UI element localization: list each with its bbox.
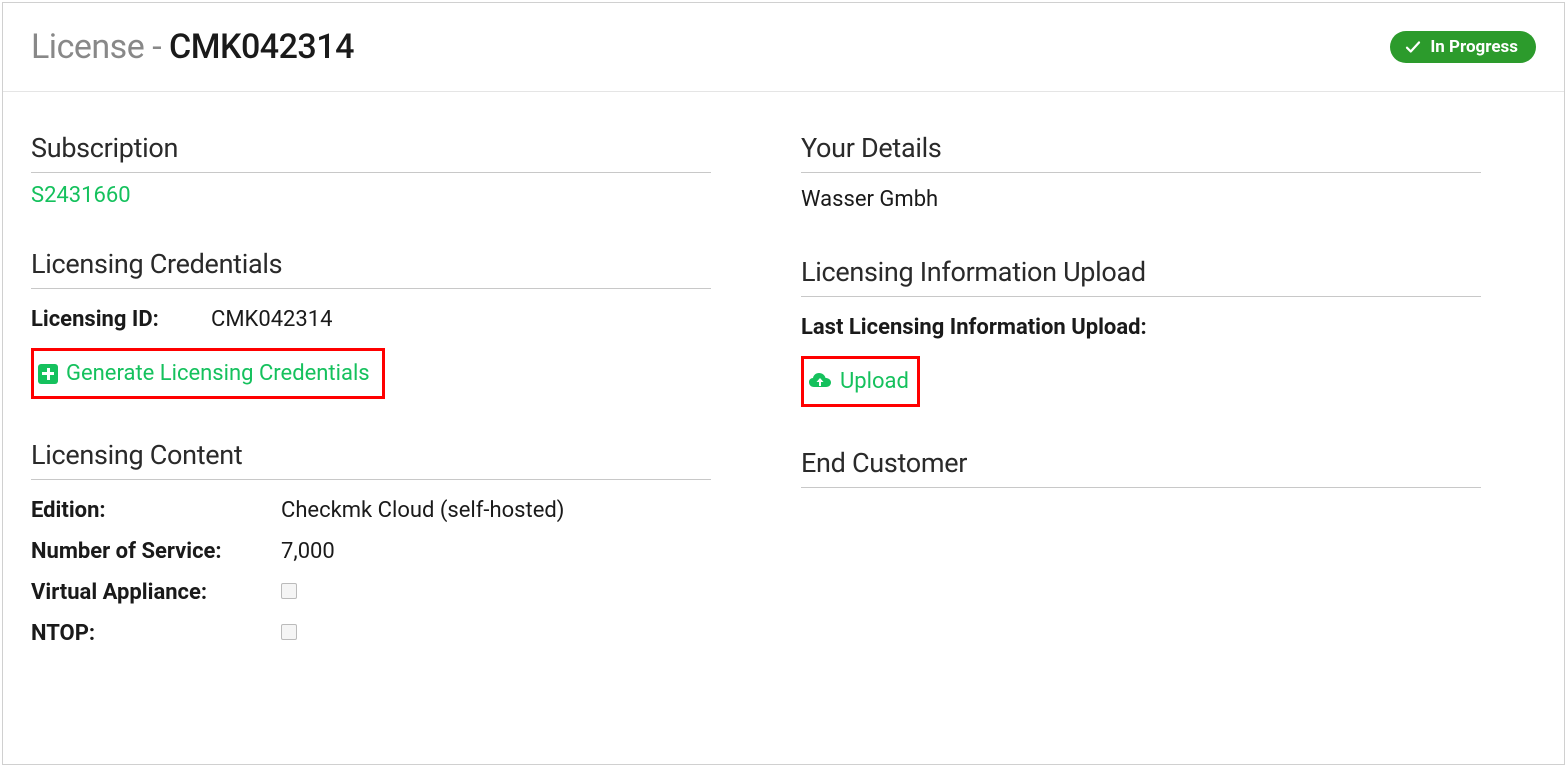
ntop-checkbox[interactable]: [281, 624, 297, 640]
section-upload: Licensing Information Upload Last Licens…: [801, 256, 1481, 407]
right-column: Your Details Wasser Gmbh Licensing Infor…: [801, 132, 1481, 694]
virtual-appliance-label: Virtual Appliance:: [31, 580, 281, 605]
company-name: Wasser Gmbh: [801, 183, 1481, 216]
section-credentials: Licensing Credentials Licensing ID: CMK0…: [31, 248, 711, 399]
ntop-row: NTOP:: [31, 613, 711, 654]
page-header: License - CMK042314 In Progress: [3, 3, 1564, 92]
last-upload-label: Last Licensing Information Upload:: [801, 315, 1147, 340]
section-title-credentials: Licensing Credentials: [31, 248, 711, 289]
services-row: Number of Service: 7,000: [31, 531, 711, 572]
licensing-id-value: CMK042314: [211, 307, 333, 332]
section-title-subscription: Subscription: [31, 132, 711, 173]
left-column: Subscription S2431660 Licensing Credenti…: [31, 132, 711, 694]
virtual-appliance-row: Virtual Appliance:: [31, 572, 711, 613]
title-license-code: CMK042314: [169, 27, 354, 67]
title-prefix: License -: [31, 27, 169, 67]
virtual-appliance-checkbox[interactable]: [281, 583, 297, 599]
licensing-id-row: Licensing ID: CMK042314: [31, 299, 711, 340]
page-container: License - CMK042314 In Progress Subscrip…: [2, 2, 1565, 765]
section-title-licensing-content: Licensing Content: [31, 439, 711, 480]
licensing-id-label: Licensing ID:: [31, 307, 211, 332]
status-badge: In Progress: [1390, 31, 1536, 63]
edition-label: Edition:: [31, 498, 281, 523]
content-grid: Subscription S2431660 Licensing Credenti…: [3, 92, 1564, 722]
section-end-customer: End Customer: [801, 447, 1481, 488]
section-your-details: Your Details Wasser Gmbh: [801, 132, 1481, 216]
plus-square-icon: [38, 364, 58, 384]
cloud-upload-icon: [808, 372, 832, 392]
section-title-upload: Licensing Information Upload: [801, 256, 1481, 297]
services-label: Number of Service:: [31, 539, 281, 564]
upload-button[interactable]: Upload: [801, 356, 920, 407]
last-upload-row: Last Licensing Information Upload:: [801, 307, 1481, 348]
section-licensing-content: Licensing Content Edition: Checkmk Cloud…: [31, 439, 711, 654]
status-text: In Progress: [1430, 37, 1518, 57]
virtual-appliance-value: [281, 580, 297, 605]
ntop-value: [281, 621, 297, 646]
edition-row: Edition: Checkmk Cloud (self-hosted): [31, 490, 711, 531]
check-icon: [1404, 38, 1422, 56]
section-subscription: Subscription S2431660: [31, 132, 711, 208]
generate-credentials-button[interactable]: Generate Licensing Credentials: [31, 348, 385, 399]
page-title: License - CMK042314: [31, 27, 354, 67]
upload-label: Upload: [840, 369, 909, 394]
section-title-your-details: Your Details: [801, 132, 1481, 173]
services-value: 7,000: [281, 539, 335, 564]
subscription-link[interactable]: S2431660: [31, 183, 131, 208]
edition-value: Checkmk Cloud (self-hosted): [281, 498, 564, 523]
generate-credentials-label: Generate Licensing Credentials: [66, 361, 370, 386]
ntop-label: NTOP:: [31, 621, 281, 646]
section-title-end-customer: End Customer: [801, 447, 1481, 488]
